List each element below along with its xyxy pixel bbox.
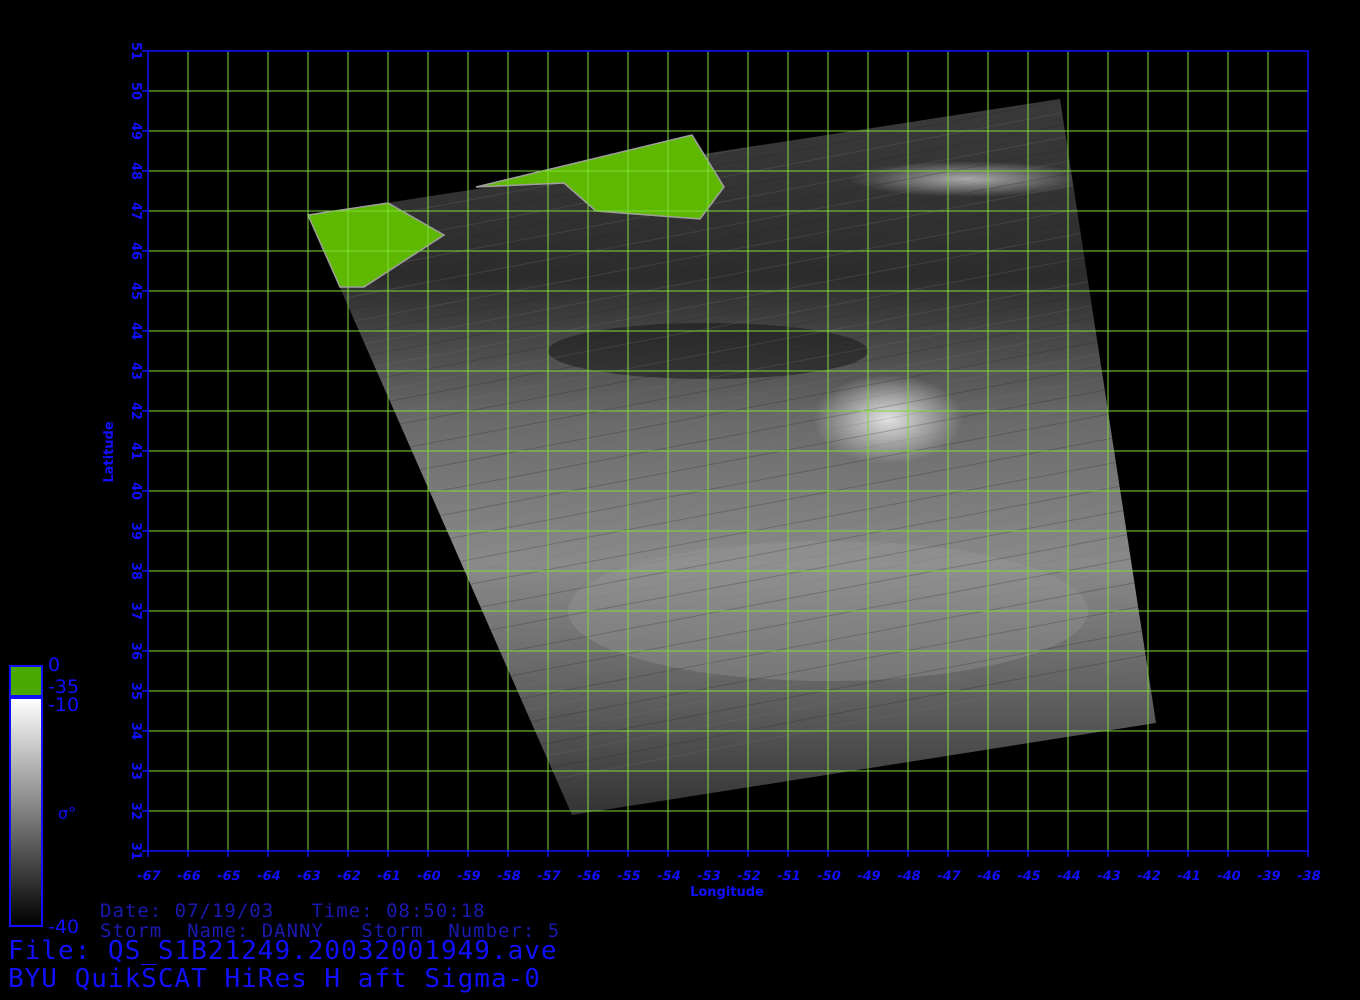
- y-tick-label: 37: [128, 602, 143, 620]
- x-tick-label: -51: [775, 869, 802, 884]
- x-tick-label: -63: [295, 869, 322, 884]
- y-tick-label: 42: [128, 402, 143, 420]
- x-tick-label: -60: [415, 869, 442, 884]
- y-tick-label: 50: [128, 82, 143, 100]
- colorbar-tick-gray-top: -10: [48, 694, 80, 716]
- y-tick-label: 41: [128, 442, 143, 460]
- y-tick-label: 51: [128, 42, 143, 60]
- x-tick-label: -38: [1295, 869, 1322, 884]
- x-tick-label: -48: [895, 869, 922, 884]
- x-tick-label: -55: [615, 869, 642, 884]
- x-tick-label: -52: [735, 869, 762, 884]
- file-line: File: QS_S1B21249.20032001949.ave: [8, 936, 558, 966]
- x-tick-label: -54: [655, 869, 682, 884]
- y-tick-label: 33: [128, 762, 143, 780]
- x-tick-label: -62: [335, 869, 362, 884]
- x-tick-label: -59: [455, 869, 482, 884]
- x-tick-label: -39: [1255, 869, 1282, 884]
- y-tick-label: 38: [128, 562, 143, 580]
- lat-lon-grid: [147, 50, 1309, 852]
- product-line: BYU QuikSCAT HiRes H aft Sigma-0: [8, 964, 541, 994]
- x-tick-label: -67: [135, 869, 162, 884]
- latitude-tick-labels: 31 32 33 34 35 36 37 38 39 40 41 42 43 44 45 46 47 48 49 50…: [128, 42, 143, 860]
- y-tick-label: 49: [128, 122, 143, 140]
- map-plot: -67 -66 -65 -64 -63 -62 -61 -60 -59 -58 -57 -56 -55-…: [9, 42, 1322, 927]
- x-tick-label: -66: [175, 869, 202, 884]
- x-tick-label: -56: [575, 869, 602, 884]
- x-tick-label: -65: [215, 869, 242, 884]
- y-tick-label: 46: [128, 242, 143, 260]
- date-time-line: Date: 07/19/03 Time: 08:50:18: [100, 900, 486, 922]
- y-tick-label: 45: [128, 282, 143, 300]
- x-tick-label: -53: [695, 869, 722, 884]
- y-tick-label: 32: [128, 802, 143, 820]
- colorbar-symbol: σ°: [58, 804, 77, 823]
- x-tick-label: -41: [1175, 869, 1202, 884]
- colorbar: [9, 665, 43, 927]
- longitude-tick-labels: -67 -66 -65 -64 -63 -62 -61 -60 -59 -58 -57 -56 -55-…: [135, 869, 1322, 884]
- bright-band: [848, 161, 1088, 197]
- y-tick-label: 40: [128, 482, 143, 500]
- x-tick-label: -57: [535, 869, 562, 884]
- x-axis-label: Longitude: [690, 885, 764, 900]
- colorbar-tick-top: 0: [48, 654, 61, 676]
- y-tick-label: 43: [128, 362, 143, 380]
- x-tick-label: -42: [1135, 869, 1162, 884]
- y-tick-label: 48: [128, 162, 143, 180]
- y-tick-label: 35: [128, 682, 143, 700]
- x-tick-label: -40: [1215, 869, 1242, 884]
- y-tick-label: 39: [128, 522, 143, 540]
- x-tick-label: -64: [255, 869, 282, 884]
- y-axis-label: Latitude: [102, 421, 117, 483]
- x-tick-label: -58: [495, 869, 522, 884]
- x-tick-label: -49: [855, 869, 882, 884]
- x-tick-label: -47: [935, 869, 962, 884]
- colorbar-green-segment: [9, 665, 43, 697]
- y-tick-label: 44: [128, 322, 143, 340]
- x-tick-label: -45: [1015, 869, 1042, 884]
- x-tick-label: -46: [975, 869, 1002, 884]
- colorbar-gray-segment: [9, 697, 43, 927]
- y-tick-label: 34: [128, 722, 143, 740]
- y-tick-label: 31: [128, 842, 143, 860]
- x-tick-label: -43: [1095, 869, 1122, 884]
- y-tick-label: 36: [128, 642, 143, 660]
- x-tick-label: -61: [375, 869, 402, 884]
- y-tick-label: 47: [128, 202, 143, 220]
- x-tick-label: -50: [815, 869, 842, 884]
- x-tick-label: -44: [1055, 869, 1082, 884]
- sigma0-swath: [308, 99, 1156, 815]
- colorbar-tick-bottom: -40: [48, 916, 80, 938]
